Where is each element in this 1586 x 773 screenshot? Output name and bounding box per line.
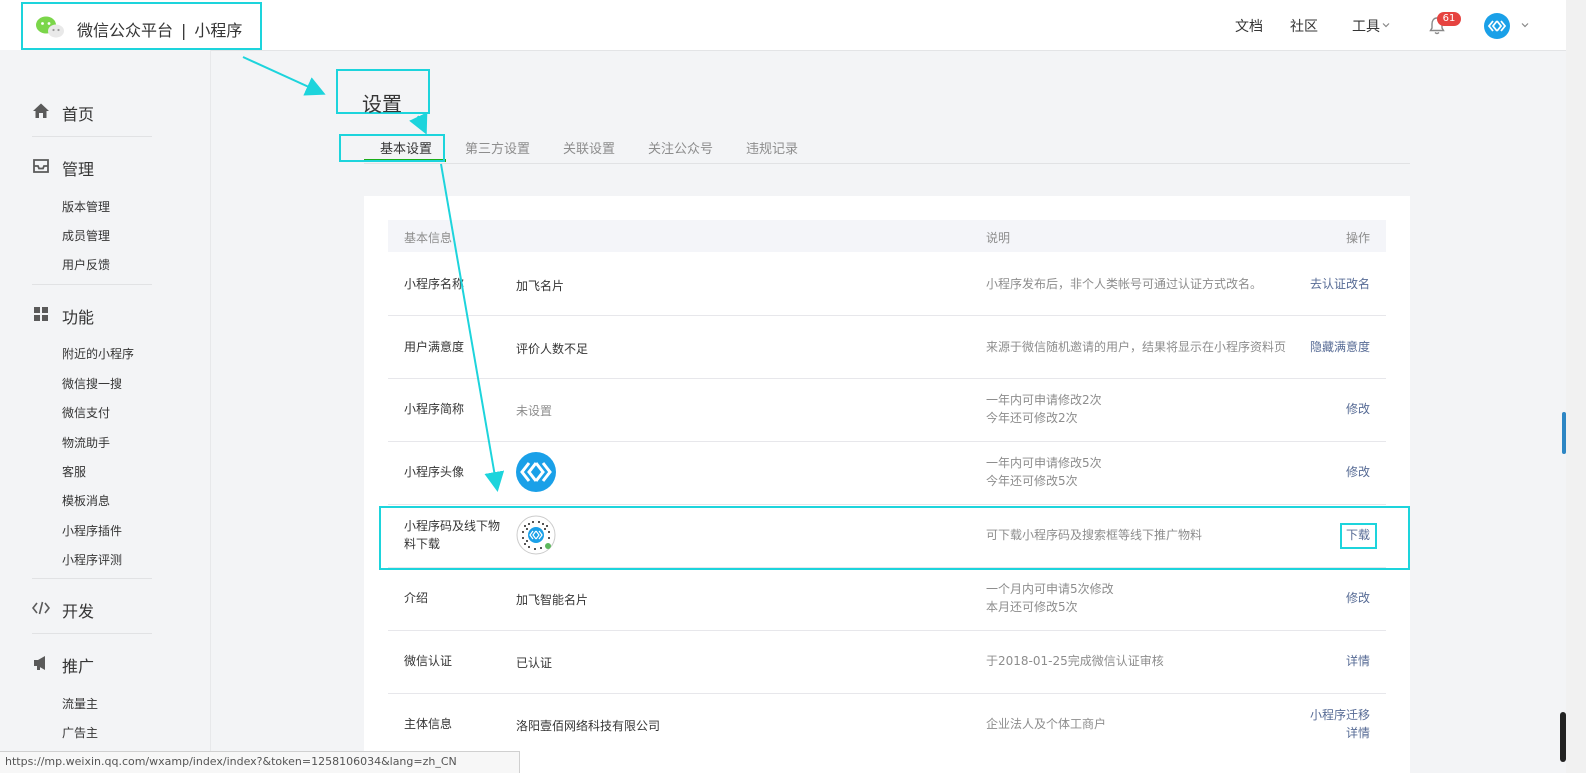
sidebar-item-search[interactable]: 微信搜一搜	[62, 375, 122, 392]
desc-line: 一个月内可申请5次修改	[986, 582, 1114, 596]
row-description: 企业法人及个体工商户	[986, 717, 1107, 731]
row-value: 评价人数不足	[516, 342, 589, 356]
grid-icon	[34, 307, 48, 321]
vertical-scrollbar[interactable]	[1566, 0, 1586, 773]
desc-line: 一年内可申请修改5次	[986, 456, 1102, 470]
edit-short-name-link[interactable]: 修改	[1346, 400, 1370, 418]
sidebar-divider	[32, 578, 152, 579]
wechat-logo-icon	[36, 16, 64, 38]
sidebar-divider	[32, 136, 152, 137]
avatar-logo-icon	[520, 462, 552, 482]
desc-line: 本月还可修改5次	[986, 600, 1078, 614]
row-label: 小程序名称	[404, 277, 465, 291]
sidebar-item-ads[interactable]: 广告主	[62, 724, 98, 741]
account-avatar[interactable]	[1484, 13, 1510, 39]
row-label: 小程序头像	[404, 465, 465, 479]
qrcode-row-annotation-box	[379, 506, 1410, 570]
sidebar-item-logistics[interactable]: 物流助手	[62, 434, 110, 451]
desc-line: 今年还可修改2次	[986, 411, 1078, 425]
header-actions: 操作	[1345, 231, 1370, 245]
page-title: 设置	[362, 92, 402, 116]
sidebar-divider	[32, 284, 152, 285]
row-description: 来源于微信随机邀请的用户，结果将显示在小程序资料页	[986, 340, 1287, 354]
table-row: 小程序简称 未设置 一年内可申请修改2次 今年还可修改2次 修改	[388, 379, 1386, 442]
row-value: 加飞名片	[516, 279, 565, 293]
inbox-icon	[33, 159, 49, 173]
sidebar-item-version[interactable]: 版本管理	[62, 198, 110, 215]
top-bar: 微信公众平台 | 小程序 文档 社区 工具 61	[0, 0, 1566, 51]
header-description: 说明	[986, 231, 1011, 245]
browser-status-url: https://mp.weixin.qq.com/wxamp/index/ind…	[0, 751, 520, 773]
nav-community-link[interactable]: 社区	[1290, 16, 1318, 36]
nav-docs-link[interactable]: 文档	[1235, 16, 1263, 36]
miniprogram-avatar	[516, 452, 556, 492]
chevron-down-icon	[1382, 23, 1390, 28]
scrollbar-handle[interactable]	[1560, 712, 1566, 762]
sidebar-item-members[interactable]: 成员管理	[62, 227, 110, 244]
title-separator: |	[181, 21, 187, 40]
sidebar-item-feedback[interactable]: 用户反馈	[62, 256, 110, 273]
account-logo-icon	[1487, 20, 1507, 32]
account-chevron-down-icon[interactable]	[1521, 21, 1529, 29]
sidebar-item-service[interactable]: 客服	[62, 463, 86, 480]
arrow-to-title	[242, 56, 326, 96]
sidebar-item-template[interactable]: 模板消息	[62, 492, 110, 509]
tab-follow-account[interactable]: 关注公众号	[648, 138, 713, 157]
row-value: 已认证	[516, 656, 553, 670]
table-row: 微信认证 已认证 于2018-01-25完成微信认证审核 详情	[388, 631, 1386, 694]
home-icon	[33, 103, 49, 118]
arrow-to-tab	[409, 112, 428, 135]
row-description: 一年内可申请修改5次 今年还可修改5次	[986, 454, 1102, 490]
entity-details-link[interactable]: 详情	[1346, 726, 1370, 740]
row-description: 一个月内可申请5次修改 本月还可修改5次	[986, 580, 1114, 616]
download-annotation-box	[1340, 523, 1377, 549]
tab-violations[interactable]: 违规记录	[746, 138, 798, 157]
row-value: 洛阳壹佰网络科技有限公司	[516, 719, 661, 733]
row-description: 于2018-01-25完成微信认证审核	[986, 654, 1164, 668]
row-label: 介绍	[404, 591, 429, 605]
row-label: 用户满意度	[404, 340, 465, 354]
edit-avatar-link[interactable]: 修改	[1346, 463, 1370, 481]
sidebar-item-plugins[interactable]: 小程序插件	[62, 522, 122, 539]
row-description: 小程序发布后，非个人类帐号可通过认证方式改名。	[986, 277, 1263, 291]
row-label: 小程序简称	[404, 402, 465, 416]
sidebar-divider	[32, 633, 152, 634]
tab-third-party[interactable]: 第三方设置	[465, 138, 530, 157]
sidebar-item-nearby[interactable]: 附近的小程序	[62, 345, 134, 362]
edit-intro-link[interactable]: 修改	[1346, 589, 1370, 607]
cert-details-link[interactable]: 详情	[1346, 652, 1370, 670]
table-row: 小程序名称 加飞名片 小程序发布后，非个人类帐号可通过认证方式改名。 去认证改名	[388, 253, 1386, 316]
row-value: 加飞智能名片	[516, 593, 589, 607]
desc-line: 一年内可申请修改2次	[986, 393, 1102, 407]
sidebar-item-traffic[interactable]: 流量主	[62, 695, 98, 712]
migrate-link[interactable]: 小程序迁移	[1310, 708, 1370, 722]
desc-line: 今年还可修改5次	[986, 474, 1078, 488]
table-row: 用户满意度 评价人数不足 来源于微信随机邀请的用户，结果将显示在小程序资料页 隐…	[388, 316, 1386, 379]
platform-title: 微信公众平台	[77, 21, 174, 40]
scrollbar-thumb[interactable]	[1562, 412, 1566, 454]
table-row: 小程序头像 一年内可申请修改5次 今年还可修改5次 修改	[388, 442, 1386, 505]
platform-subtitle: 小程序	[194, 21, 243, 40]
row-actions: 小程序迁移详情	[1310, 706, 1370, 742]
header-basic-info: 基本信息	[404, 231, 453, 245]
code-icon	[32, 601, 50, 615]
tab-annotation-box	[339, 134, 445, 162]
tab-association[interactable]: 关联设置	[563, 138, 615, 157]
sidebar-item-pay[interactable]: 微信支付	[62, 404, 110, 421]
row-value: 未设置	[516, 404, 553, 418]
row-label: 主体信息	[404, 717, 453, 731]
brand-logo-link[interactable]: 微信公众平台 | 小程序	[21, 2, 262, 50]
nav-tools-menu[interactable]: 工具	[1352, 16, 1380, 36]
auth-rename-link[interactable]: 去认证改名	[1310, 275, 1370, 293]
row-description: 一年内可申请修改2次 今年还可修改2次	[986, 391, 1102, 427]
sidebar-item-review[interactable]: 小程序评测	[62, 551, 122, 568]
table-header: 基本信息 说明 操作	[388, 220, 1386, 252]
hide-satisfaction-link[interactable]: 隐藏满意度	[1310, 338, 1370, 356]
row-label: 微信认证	[404, 654, 453, 668]
table-row: 主体信息 洛阳壹佰网络科技有限公司 企业法人及个体工商户 小程序迁移详情	[388, 694, 1386, 756]
notification-badge: 61	[1437, 12, 1461, 26]
table-row: 介绍 加飞智能名片 一个月内可申请5次修改 本月还可修改5次 修改	[388, 568, 1386, 631]
megaphone-icon	[34, 656, 45, 670]
